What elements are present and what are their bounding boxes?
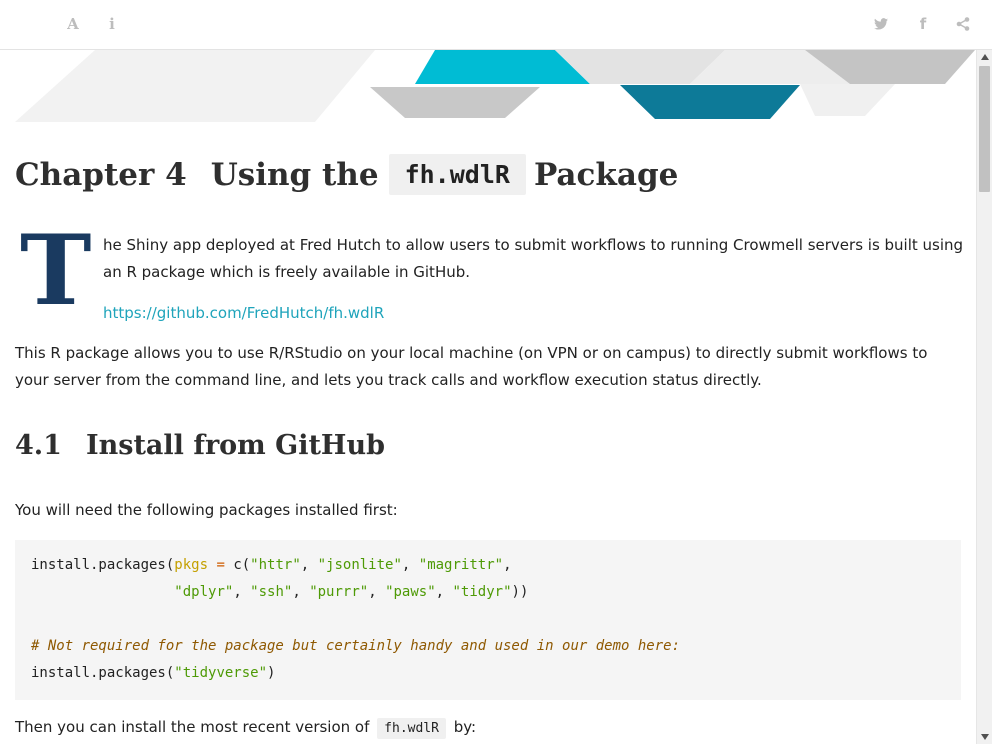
intro-paragraph: he Shiny app deployed at Fred Hutch to a… [103, 236, 964, 281]
info-icon[interactable]: i [102, 14, 122, 34]
install-text-end: by: [453, 718, 477, 736]
scroll-down-arrow-icon[interactable] [981, 734, 989, 740]
description-paragraph: This R package allows you to use R/RStud… [15, 344, 928, 389]
drop-cap: T [20, 214, 92, 327]
scroll-up-arrow-icon[interactable] [981, 54, 989, 60]
prereq-paragraph: You will need the following packages ins… [15, 501, 398, 519]
code-block[interactable]: install.packages(pkgs = c("httr", "jsonl… [15, 540, 961, 700]
font-settings-icon[interactable]: A [63, 14, 83, 34]
chapter-title-text-end: Package [533, 156, 679, 193]
code-line: "dplyr", "ssh", "purrr", "paws", "tidyr"… [174, 584, 529, 600]
chapter-title-code: fh.wdlR [388, 154, 526, 195]
top-toolbar: A i f [0, 0, 992, 50]
section-title: Install from GitHub [85, 430, 385, 461]
chapter-title: Chapter 4 Using the fh.wdlR Package [15, 154, 678, 195]
section-number: 4.1 [15, 430, 62, 461]
install-paragraph: Then you can install the most recent ver… [15, 714, 476, 742]
twitter-icon[interactable] [871, 14, 891, 34]
scrollbar-thumb[interactable] [979, 66, 990, 192]
section-heading: 4.1 Install from GitHub [15, 430, 385, 461]
inline-code: fh.wdlR [377, 718, 446, 739]
vertical-scrollbar[interactable] [976, 50, 992, 744]
code-comment: # Not required for the package but certa… [31, 638, 681, 654]
chapter-number: Chapter 4 [15, 156, 187, 193]
header-banner [15, 50, 975, 122]
facebook-icon[interactable]: f [913, 14, 933, 34]
chapter-title-text: Using the [210, 156, 379, 193]
share-icon[interactable] [953, 14, 973, 34]
code-line: install.packages("tidyverse") [31, 665, 276, 681]
github-link[interactable]: https://github.com/FredHutch/fh.wdlR [103, 300, 384, 327]
install-text: Then you can install the most recent ver… [15, 718, 370, 736]
code-line: install.packages(pkgs = c("httr", "jsonl… [31, 557, 512, 573]
